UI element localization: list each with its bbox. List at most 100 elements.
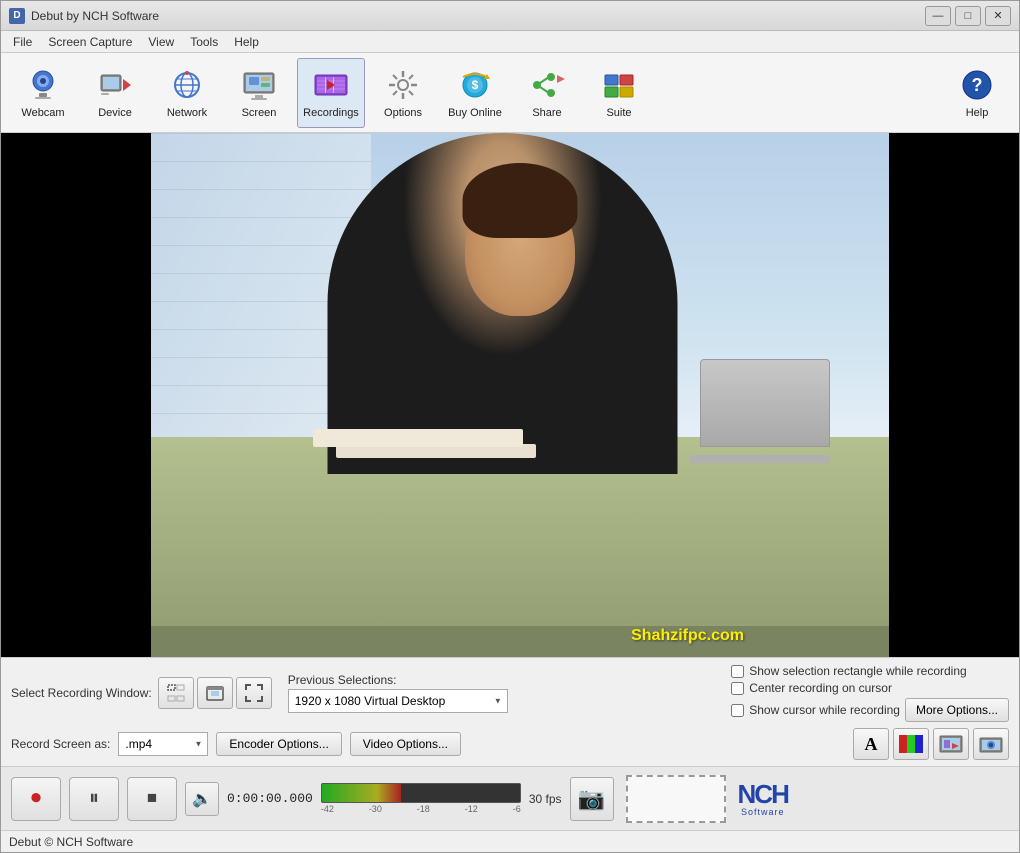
svg-text:?: ? [972, 75, 983, 95]
help-label: Help [966, 107, 989, 119]
device-icon [97, 67, 133, 103]
help-icon: ? [959, 67, 995, 103]
menu-help[interactable]: Help [226, 33, 267, 51]
title-bar: D Debut by NCH Software — □ ✕ [1, 1, 1019, 31]
encoder-options-button[interactable]: Encoder Options... [216, 732, 341, 756]
share-label: Share [532, 107, 561, 119]
status-text: Debut © NCH Software [9, 835, 133, 849]
icon-buttons-right: A [853, 728, 1009, 760]
show-cursor-checkbox[interactable] [731, 704, 744, 717]
screenshot-icon: 📷 [578, 786, 605, 812]
preview-thumbnail [626, 775, 726, 823]
fullscreen-button[interactable] [236, 677, 272, 709]
center-on-cursor-checkbox[interactable] [731, 682, 744, 695]
select-window-button[interactable] [197, 677, 233, 709]
video-bg: Shahzifpc.com [1, 133, 1019, 657]
toolbar-network-button[interactable]: Network [153, 58, 221, 128]
controls-row2: Record Screen as: .mp4 Encoder Options..… [11, 728, 1009, 760]
level-label-mid3: -12 [465, 804, 478, 814]
pause-button[interactable]: ⏸ [69, 777, 119, 821]
screenshot-button[interactable]: 📷 [570, 777, 614, 821]
center-on-cursor-text: Center recording on cursor [749, 681, 892, 695]
show-selection-rect-label[interactable]: Show selection rectangle while recording [731, 664, 1009, 678]
minimize-button[interactable]: — [925, 6, 951, 26]
buyonline-icon: $ [457, 67, 493, 103]
toolbar-buyonline-button[interactable]: $ Buy Online [441, 58, 509, 128]
status-bar: Debut © NCH Software [1, 830, 1019, 852]
time-display: 0:00:00.000 [227, 791, 313, 806]
menu-view[interactable]: View [140, 33, 182, 51]
level-labels: -42 -30 -18 -12 -6 [321, 804, 521, 814]
screen-icon [241, 67, 277, 103]
screen-label: Screen [242, 107, 277, 119]
suite-icon [601, 67, 637, 103]
video-black-right [889, 133, 1019, 657]
title-buttons: — □ ✕ [925, 6, 1011, 26]
toolbar-recordings-button[interactable]: Recordings [297, 58, 365, 128]
menu-screen-capture[interactable]: Screen Capture [40, 33, 140, 51]
format-select[interactable]: .mp4 [118, 732, 208, 756]
close-button[interactable]: ✕ [985, 6, 1011, 26]
time-lapse-button[interactable] [933, 728, 969, 760]
toolbar-webcam-button[interactable]: Webcam [9, 58, 77, 128]
video-content: Shahzifpc.com [151, 133, 889, 657]
toolbar-suite-button[interactable]: Suite [585, 58, 653, 128]
select-region-button[interactable] [158, 677, 194, 709]
previous-selections-select[interactable]: 1920 x 1080 Virtual Desktop [288, 689, 508, 713]
toolbar-share-button[interactable]: Share [513, 58, 581, 128]
video-area: Shahzifpc.com [1, 133, 1019, 657]
stop-button[interactable]: ⏹ [127, 777, 177, 821]
center-on-cursor-label[interactable]: Center recording on cursor [731, 681, 1009, 695]
recordings-icon [313, 67, 349, 103]
webcam-overlay-button[interactable] [973, 728, 1009, 760]
more-options-button[interactable]: More Options... [905, 698, 1009, 722]
color-overlay-button[interactable] [893, 728, 929, 760]
toolbar-help-button[interactable]: ? Help [943, 58, 1011, 128]
svg-text:$: $ [472, 78, 479, 92]
webcam-icon [25, 67, 61, 103]
controls-row1: Select Recording Window: [11, 664, 1009, 722]
text-overlay-icon: A [865, 734, 878, 755]
recording-window-section: Select Recording Window: [11, 677, 272, 709]
level-label-right: -6 [513, 804, 521, 814]
previous-selections-dropdown: 1920 x 1080 Virtual Desktop [288, 689, 508, 713]
format-select-wrap: .mp4 [118, 732, 208, 756]
app-icon: D [9, 8, 25, 24]
toolbar-device-button[interactable]: Device [81, 58, 149, 128]
nch-logo-text: NCH [738, 781, 788, 807]
toolbar-options-button[interactable]: Options [369, 58, 437, 128]
show-cursor-label[interactable]: Show cursor while recording More Options… [731, 698, 1009, 722]
pause-icon: ⏸ [89, 787, 99, 810]
maximize-button[interactable]: □ [955, 6, 981, 26]
recording-window-buttons [158, 677, 272, 709]
video-options-button[interactable]: Video Options... [350, 732, 461, 756]
toolbar-screen-button[interactable]: Screen [225, 58, 293, 128]
fps-display: 30 fps [529, 792, 562, 806]
share-icon [529, 67, 565, 103]
recording-window-label: Select Recording Window: [11, 686, 152, 700]
menu-file[interactable]: File [5, 33, 40, 51]
volume-icon: 🔈 [192, 789, 212, 809]
level-label-left: -42 [321, 804, 334, 814]
checkbox-group: Show selection rectangle while recording… [731, 664, 1009, 722]
device-label: Device [98, 107, 132, 119]
menu-bar: File Screen Capture View Tools Help [1, 31, 1019, 53]
volume-button[interactable]: 🔈 [185, 782, 219, 816]
nch-logo: NCH Software [738, 781, 788, 817]
level-meter: -42 -30 -18 -12 -6 [321, 783, 521, 814]
record-button[interactable]: ⏺ [11, 777, 61, 821]
show-selection-rect-checkbox[interactable] [731, 665, 744, 678]
network-label: Network [167, 107, 207, 119]
webcam-label: Webcam [21, 107, 64, 119]
title-text: Debut by NCH Software [31, 9, 925, 23]
level-meter-bar [321, 783, 521, 803]
network-icon [169, 67, 205, 103]
text-overlay-button[interactable]: A [853, 728, 889, 760]
controls-panel: Select Recording Window: [1, 657, 1019, 766]
transport-bar: ⏺ ⏸ ⏹ 🔈 0:00:00.000 -42 -30 -18 -12 -6 3… [1, 766, 1019, 830]
record-icon: ⏺ [31, 787, 41, 810]
meter-fill [322, 784, 401, 802]
buyonline-label: Buy Online [448, 107, 502, 119]
stop-icon: ⏹ [147, 787, 157, 810]
menu-tools[interactable]: Tools [182, 33, 226, 51]
